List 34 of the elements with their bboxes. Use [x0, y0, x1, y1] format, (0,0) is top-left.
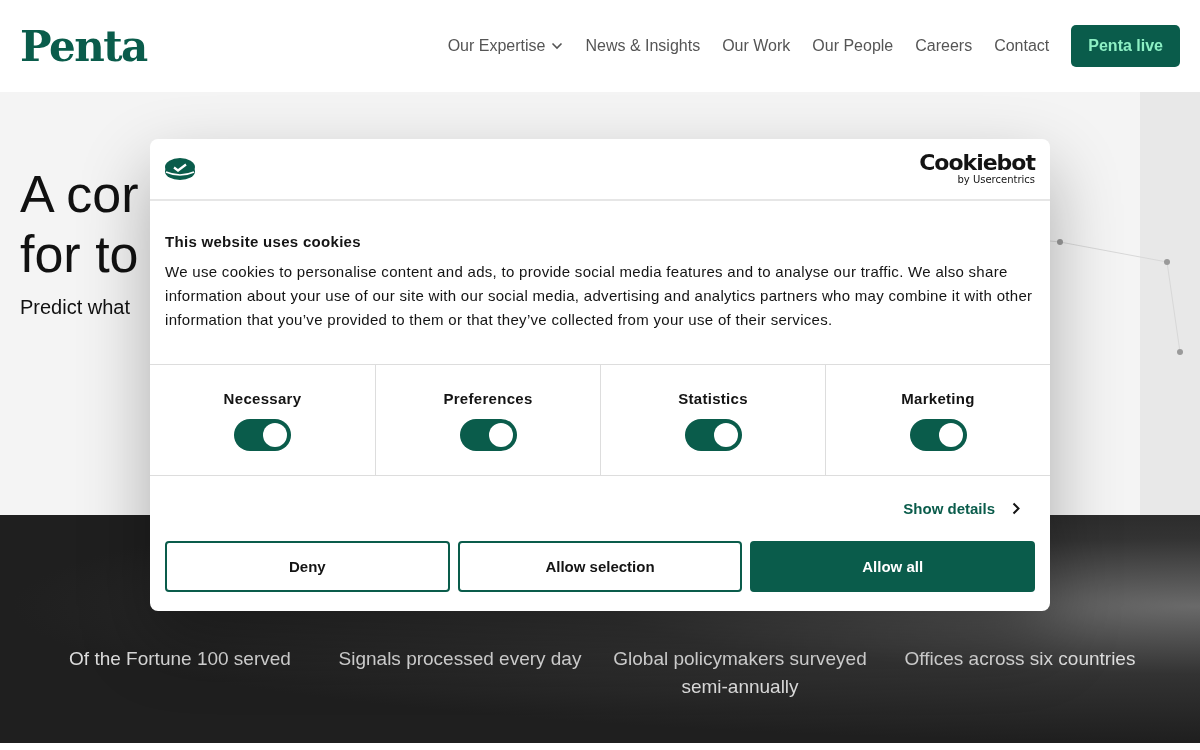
- hero-heading-line: A cor: [20, 164, 139, 224]
- chevron-right-icon: [1012, 502, 1020, 515]
- chevron-down-icon: [551, 42, 564, 50]
- nav-link[interactable]: Our People: [812, 37, 894, 55]
- category-label: Marketing: [901, 390, 975, 407]
- cookiebot-wordmark: Cookiebot: [919, 152, 1035, 174]
- category-label: Statistics: [678, 390, 748, 407]
- nav-link[interactable]: Our Expertise: [447, 37, 564, 55]
- dialog-title: This website uses cookies: [165, 233, 362, 250]
- cookiebot-byline: by Usercentrics: [957, 174, 1035, 186]
- stat-label: Global policymakers surveyed semi-annually: [612, 647, 868, 699]
- consent-button[interactable]: Deny: [165, 541, 450, 592]
- dialog-text: We use cookies to personalise content and ads, to provide social media features and to analyse our traffic. We also share information about your use of our site with our social media, advertising and analytics partners who may combine it with other information that you’ve provided to them or that they’ve collected from your use of their services.: [165, 262, 1034, 330]
- toggle-switch[interactable]: [684, 419, 742, 451]
- show-details-link[interactable]: Show details: [903, 500, 1020, 517]
- stat-label: Of the Fortune 100 served: [69, 647, 291, 671]
- penta-logo[interactable]: Penta: [20, 21, 147, 71]
- hero-heading-line: for to: [20, 224, 139, 284]
- cookie-check-icon: [165, 158, 195, 180]
- consent-button[interactable]: Allow selection: [457, 541, 743, 592]
- toggle-switch[interactable]: [909, 419, 967, 451]
- nav-link[interactable]: Careers: [915, 37, 973, 55]
- category-label: Necessary: [223, 390, 302, 407]
- nav-link[interactable]: News & Insights: [585, 37, 701, 55]
- consent-button[interactable]: Allow all: [750, 541, 1035, 592]
- hero-subtitle: Predict what: [20, 296, 131, 319]
- nav-link[interactable]: Our Work: [722, 37, 791, 55]
- toggle-switch[interactable]: [459, 419, 517, 451]
- stat-label: Offices across six countries: [904, 647, 1136, 671]
- penta-live-button[interactable]: Penta live: [1071, 25, 1180, 67]
- category-label: Preferences: [443, 390, 533, 407]
- stat-label: Signals processed every day: [338, 647, 582, 671]
- nav-link[interactable]: Contact: [994, 37, 1050, 55]
- toggle-switch[interactable]: [234, 419, 291, 451]
